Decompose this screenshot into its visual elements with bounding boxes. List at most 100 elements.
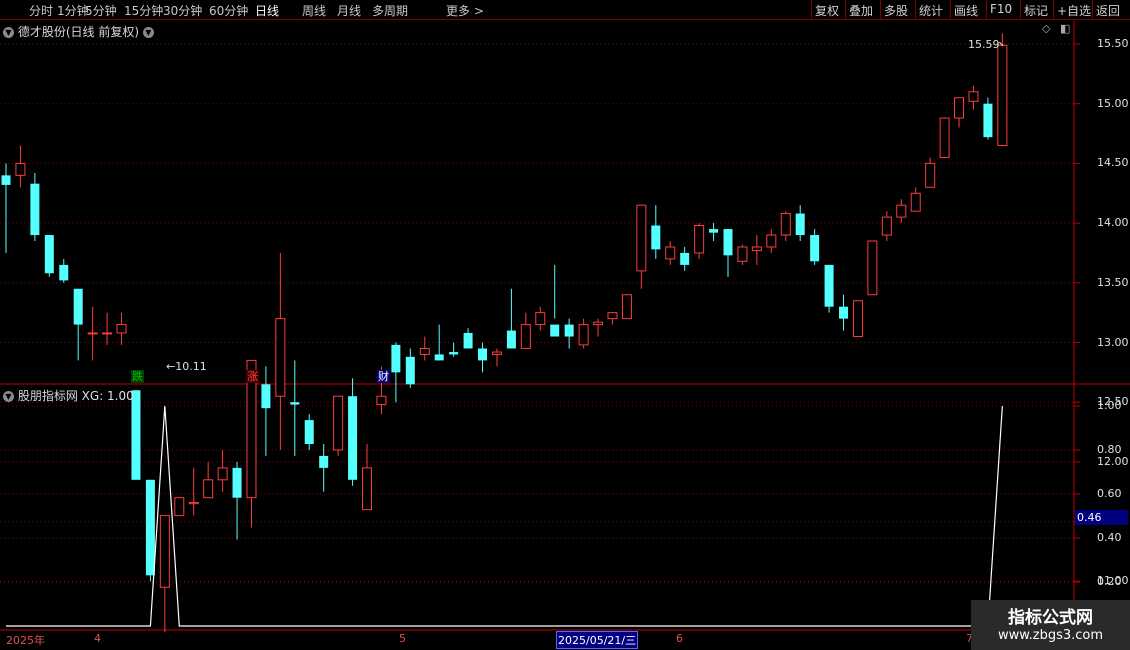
finance-mark[interactable]: 财 [377, 370, 390, 383]
period-tab-9[interactable]: 多周期 [372, 2, 408, 19]
indicator-tick-label: 1.00 [1097, 399, 1122, 412]
period-tab-7[interactable]: 周线 [302, 2, 326, 19]
toolbar-action-0[interactable]: 复权 [815, 2, 839, 19]
candle-body-down [319, 455, 329, 468]
candle-body-down [304, 420, 314, 444]
candle-body-up [203, 479, 214, 499]
candle-body-up [766, 234, 777, 248]
candle-body-up [419, 347, 430, 355]
candle-body-down [232, 467, 242, 498]
period-tab-4[interactable]: 30分钟 [163, 2, 202, 19]
candle-body-down [651, 225, 661, 250]
kline-chart[interactable] [0, 20, 1130, 632]
candle-body-down [405, 356, 415, 385]
toolbar-action-7[interactable]: +自选 [1057, 2, 1091, 19]
period-tab-1[interactable]: 1分钟 [57, 2, 89, 19]
toolbar-separator [986, 0, 987, 19]
candle-body-down [59, 264, 69, 281]
candle-body-up [665, 246, 676, 260]
indicator-panel-title: ▼ 股朋指标网 XG: 1.00 [3, 387, 134, 404]
price-tick-label: 13.50 [1097, 275, 1129, 289]
toolbar-separator [950, 0, 951, 19]
high-price-label: 15.59 [968, 38, 1000, 51]
candle-body-down [810, 235, 820, 262]
fall-mark[interactable]: 跌 [131, 370, 144, 383]
candle-body-up [939, 117, 950, 158]
candle-body-up [636, 204, 647, 272]
period-tab-0[interactable]: 分时 [29, 2, 53, 19]
candle-body-up [15, 162, 26, 176]
period-tab-5[interactable]: 60分钟 [209, 2, 248, 19]
candle-body-down [709, 229, 719, 233]
cursor-value-box: 0.46 [1075, 510, 1128, 525]
candle-body-up [87, 332, 98, 335]
period-tab-2[interactable]: 5分钟 [85, 2, 117, 19]
x-label-may: 5 [399, 632, 406, 645]
rise-mark[interactable]: 涨 [246, 370, 259, 383]
price-tick-label: 15.00 [1097, 96, 1129, 110]
price-tick-label: 14.00 [1097, 216, 1129, 230]
top-toolbar: 分时 1分钟 5分钟 15分钟 30分钟 60分钟 日线 周线 月线 多周期 更多 > 复权 叠加 多股统… [0, 0, 1130, 20]
candle-body-up [116, 324, 127, 334]
indicator-tick-label: 0.60 [1097, 487, 1122, 500]
candle-body-down [145, 479, 155, 576]
x-label-year: 2025年 [6, 634, 45, 647]
candle-body-up [852, 300, 863, 338]
toolbar-action-4[interactable]: 画线 [954, 2, 978, 19]
toolbar-action-3[interactable]: 统计 [919, 2, 943, 19]
candle-body-up [362, 467, 372, 511]
candle-body-down [795, 213, 805, 236]
candle-body-up [968, 91, 979, 102]
toolbar-action-5[interactable]: F10 [990, 2, 1012, 16]
candle-body-up [896, 204, 907, 218]
candle-body-up [376, 395, 387, 406]
x-label-apr: 4 [94, 632, 101, 645]
panel-toggle-icon[interactable]: ◧ [1060, 22, 1070, 35]
candle-body-down [73, 288, 83, 325]
candle-body-down [723, 229, 733, 256]
toolbar-action-6[interactable]: 标记 [1024, 2, 1048, 19]
candle-body-down [983, 103, 993, 138]
candle-body-up [621, 294, 632, 320]
price-tick-label: 14.50 [1097, 156, 1129, 170]
candle-body-up [925, 162, 936, 188]
candle-body-up [910, 192, 921, 212]
toolbar-separator [1092, 0, 1093, 19]
collapse-icon[interactable]: ▼ [3, 27, 14, 38]
indicator-collapse-icon[interactable]: ▼ [3, 391, 14, 402]
candle-body-down [824, 264, 834, 307]
candle-body-down [434, 354, 444, 361]
period-tab-10[interactable]: 更多 > [446, 2, 484, 19]
period-tab-6[interactable]: 日线 [255, 2, 279, 19]
toolbar-separator [845, 0, 846, 19]
candle-body-down [839, 306, 849, 319]
indicator-tick-label: 0.20 [1097, 575, 1122, 588]
candle-body-down [550, 324, 560, 337]
candle-body-down [290, 402, 300, 405]
candle-body-up [751, 246, 762, 252]
indicator-value: XG: 1.00 [81, 389, 134, 403]
candle-body-up [159, 515, 170, 588]
dropdown-icon[interactable]: ▼ [142, 27, 154, 38]
candle-body-down [506, 330, 516, 349]
period-tab-8[interactable]: 月线 [337, 2, 361, 19]
toolbar-action-1[interactable]: 叠加 [849, 2, 873, 19]
indicator-tick-label: 0.80 [1097, 443, 1122, 456]
toolbar-action-2[interactable]: 多股 [884, 2, 908, 19]
toolbar-action-8[interactable]: 返回 [1096, 2, 1120, 19]
period-tab-3[interactable]: 15分钟 [124, 2, 163, 19]
diamond-icon[interactable]: ◇ [1042, 22, 1050, 35]
candle-body-down [44, 235, 54, 274]
stock-title: 德才股份(日线 前复权) [17, 25, 140, 39]
candle-body-down [680, 252, 690, 265]
candle-body-up [188, 501, 199, 505]
candle-body-up [607, 312, 618, 320]
candle-body-up [593, 321, 604, 326]
candle-body-down [478, 348, 488, 361]
candle-body-up [997, 44, 1008, 146]
candle-body-down [30, 183, 40, 236]
toolbar-separator [1020, 0, 1021, 19]
xg-indicator-line [6, 405, 1003, 627]
x-label-jun: 6 [676, 632, 683, 645]
candle-body-up [275, 318, 286, 397]
